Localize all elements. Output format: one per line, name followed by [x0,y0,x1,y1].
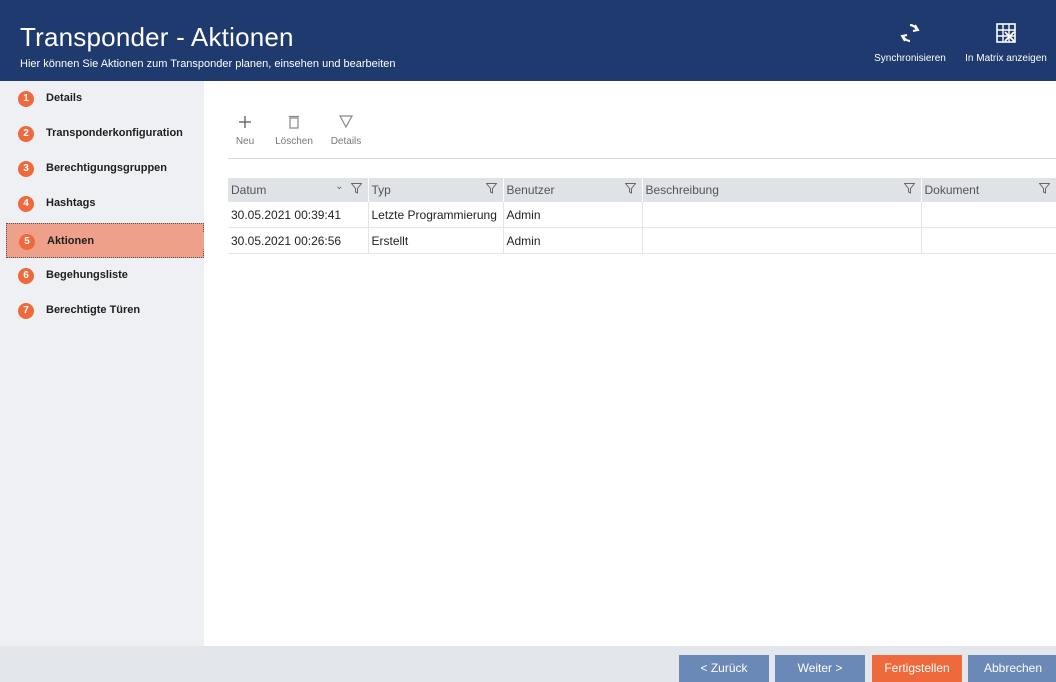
step-details[interactable]: 1 Details [6,84,204,112]
page-title: Transponder - Aktionen [20,22,294,52]
step-number: 5 [19,234,35,250]
table-row[interactable]: 30.05.2021 00:39:41 Letzte Programmierun… [228,202,1056,228]
step-hashtags[interactable]: 4 Hashtags [6,189,204,217]
details-label: Details [330,136,362,147]
cell-benutzer: Admin [503,202,643,228]
filter-icon[interactable] [902,183,916,197]
column-header-datum[interactable]: Datum ⌄ [228,178,369,202]
matrix-label: In Matrix anzeigen [965,53,1047,64]
step-label: Hashtags [46,197,96,209]
step-label: Berechtigte Türen [46,304,141,316]
next-button[interactable]: Weiter > [775,655,865,682]
column-header-beschreibung[interactable]: Beschreibung [642,178,922,202]
step-number: 3 [18,161,34,177]
column-header-dokument[interactable]: Dokument [921,178,1056,202]
step-begehungsliste[interactable]: 6 Begehungsliste [6,261,204,289]
step-number: 6 [18,268,34,284]
step-label: Aktionen [47,235,95,247]
actions-table: Datum ⌄ Typ Benutzer Beschreibung Dokume… [228,178,1056,254]
wizard-footer: < Zurück Weiter > Fertigstellen Abbreche… [0,646,1056,682]
column-header-label: Beschreibung [645,183,719,197]
new-button[interactable]: Neu [227,115,263,147]
table-header-row: Datum ⌄ Typ Benutzer Beschreibung Dokume… [228,178,1056,202]
step-label: Details [46,92,83,104]
cancel-button[interactable]: Abbrechen [968,655,1056,682]
finish-button[interactable]: Fertigstellen [872,655,962,682]
cell-dokument [921,227,1056,254]
cell-typ: Letzte Programmierung [368,202,504,228]
matrix-icon [958,22,1054,47]
step-label: Begehungsliste [46,269,128,281]
show-in-matrix-button[interactable]: In Matrix anzeigen [958,22,1054,64]
step-label: Berechtigungsgruppen [46,162,168,174]
sort-desc-icon[interactable]: ⌄ [335,181,343,192]
wizard-steps: 1 Details 2 Transponderkonfiguration 3 B… [0,81,212,646]
cell-datum: 30.05.2021 00:26:56 [228,227,369,254]
column-header-label: Dokument [924,183,980,197]
step-number: 1 [18,91,34,107]
cell-benutzer: Admin [503,227,643,254]
plus-icon [227,115,263,133]
step-transponderkonfiguration[interactable]: 2 Transponderkonfiguration [6,119,204,147]
cell-beschreibung [642,202,922,228]
step-number: 2 [18,126,34,142]
step-berechtigte-tueren[interactable]: 7 Berechtigte Türen [6,296,204,324]
table-row[interactable]: 30.05.2021 00:26:56 Erstellt Admin [228,227,1056,254]
column-header-label: Datum [231,183,267,197]
sync-label: Synchronisieren [874,53,946,64]
step-aktionen[interactable]: 5 Aktionen [6,223,212,258]
step-berechtigungsgruppen[interactable]: 3 Berechtigungsgruppen [6,154,204,182]
step-label: Transponderkonfiguration [46,127,183,139]
column-header-label: Benutzer [506,183,555,197]
column-header-typ[interactable]: Typ [368,178,504,202]
actions-panel: Neu Löschen Details Datum ⌄ Typ Benutzer… [204,81,1056,646]
toolbar-divider [228,158,1056,159]
delete-label: Löschen [275,136,313,147]
new-label: Neu [235,136,255,147]
cell-datum: 30.05.2021 00:39:41 [228,202,369,228]
cell-beschreibung [642,227,922,254]
filter-icon[interactable] [623,183,637,197]
filter-icon[interactable] [349,183,363,197]
cell-dokument [921,202,1056,228]
filter-icon[interactable] [484,183,498,197]
page-subtitle: Hier können Sie Aktionen zum Transponder… [20,58,396,70]
delete-button[interactable]: Löschen [272,115,316,147]
cell-typ: Erstellt [368,227,504,254]
filter-icon [328,115,364,133]
step-number: 4 [18,196,34,212]
column-header-benutzer[interactable]: Benutzer [503,178,643,202]
column-header-label: Typ [371,183,391,197]
filter-icon[interactable] [1037,183,1051,197]
step-number: 7 [18,303,34,319]
sync-icon [872,22,948,47]
page-header: Transponder - Aktionen Hier können Sie A… [0,0,1056,81]
details-button[interactable]: Details [328,115,364,147]
sync-button[interactable]: Synchronisieren [872,22,948,64]
back-button[interactable]: < Zurück [679,655,769,682]
trash-icon [272,115,316,133]
